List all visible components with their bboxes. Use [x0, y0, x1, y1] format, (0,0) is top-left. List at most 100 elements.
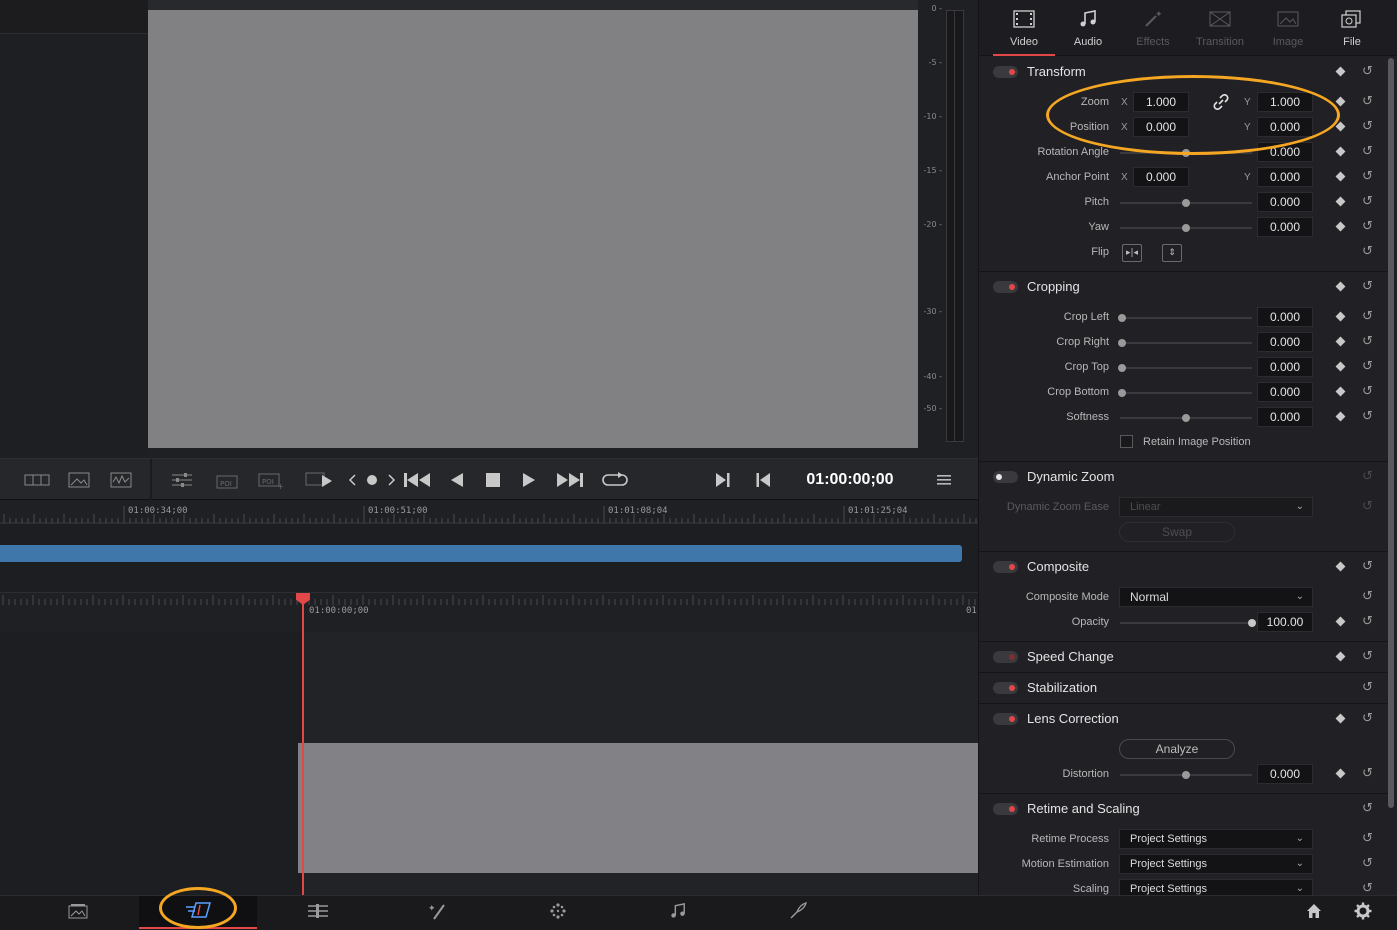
media-page-button[interactable] — [19, 896, 137, 929]
crop-top-slider[interactable] — [1118, 364, 1252, 372]
pitch-slider[interactable] — [1120, 199, 1252, 207]
zoom-x-field[interactable]: 1.000 — [1133, 92, 1189, 112]
cropping-toggle[interactable] — [993, 281, 1018, 293]
swap-button[interactable]: Swap — [1119, 522, 1235, 542]
slider-knob[interactable] — [1118, 339, 1126, 347]
reset-icon[interactable]: ↺ — [1362, 681, 1376, 695]
tab-effects[interactable]: ✦ Effects — [1120, 8, 1186, 56]
keyframe-icon[interactable] — [1335, 96, 1346, 107]
analyze-button[interactable]: Analyze — [1119, 739, 1235, 759]
tab-image[interactable]: Image — [1255, 8, 1321, 56]
stop-icon[interactable] — [480, 459, 506, 501]
lower-timeline-ruler[interactable]: 01:00:00;00 01 — [0, 592, 978, 632]
safe-area-icon[interactable] — [22, 459, 52, 501]
reset-icon[interactable]: ↺ — [1362, 470, 1376, 484]
image-view-icon[interactable] — [64, 459, 94, 501]
crop-left-slider[interactable] — [1118, 314, 1252, 322]
motion-estimation-dropdown[interactable]: Project Settings ⌄ — [1119, 854, 1313, 874]
reset-icon[interactable]: ↺ — [1362, 245, 1376, 259]
reset-icon[interactable]: ↺ — [1362, 65, 1376, 79]
keyframe-icon[interactable] — [1335, 311, 1346, 322]
go-to-start-icon[interactable] — [402, 459, 432, 501]
dynamic-zoom-ease-dropdown[interactable]: Linear ⌄ — [1119, 497, 1313, 517]
record-dot-icon[interactable] — [362, 459, 382, 501]
anchor-x-field[interactable]: 0.000 — [1133, 167, 1189, 187]
playhead-line[interactable] — [302, 600, 304, 895]
play-around-icon[interactable] — [304, 459, 334, 501]
loop-icon[interactable] — [600, 459, 630, 501]
keyframe-icon[interactable] — [1335, 411, 1346, 422]
speed-change-header[interactable]: Speed Change ↺ — [979, 643, 1389, 671]
opacity-slider[interactable] — [1120, 619, 1256, 627]
keyframe-icon[interactable] — [1335, 196, 1346, 207]
dynamic-zoom-toggle[interactable] — [993, 471, 1018, 483]
stabilization-header[interactable]: Stabilization ↺ — [979, 674, 1389, 702]
reset-icon[interactable]: ↺ — [1362, 220, 1376, 234]
tab-video[interactable]: Video — [991, 8, 1057, 56]
upper-timeline-clip[interactable] — [0, 545, 962, 562]
crop-right-field[interactable]: 0.000 — [1257, 332, 1313, 352]
play-reverse-icon[interactable] — [444, 459, 470, 501]
anchor-y-field[interactable]: 0.000 — [1257, 167, 1313, 187]
reset-icon[interactable]: ↺ — [1362, 410, 1376, 424]
keyframe-icon[interactable] — [1335, 221, 1346, 232]
prev-frame-icon[interactable] — [344, 459, 360, 501]
keyframe-icon[interactable] — [1335, 386, 1346, 397]
keyframe-icon[interactable] — [1335, 713, 1346, 724]
reset-icon[interactable]: ↺ — [1362, 857, 1376, 871]
menu-icon[interactable] — [930, 459, 958, 501]
viewer-canvas[interactable] — [148, 10, 918, 448]
pitch-field[interactable]: 0.000 — [1257, 192, 1313, 212]
position-y-field[interactable]: 0.000 — [1257, 117, 1313, 137]
poi-add-icon[interactable]: POI + — [257, 459, 285, 501]
opacity-field[interactable]: 100.00 — [1257, 612, 1313, 632]
keyframe-icon[interactable] — [1335, 66, 1346, 77]
slider-knob[interactable] — [1118, 314, 1126, 322]
lens-correction-header[interactable]: Lens Correction ↺ — [979, 705, 1389, 733]
reset-icon[interactable]: ↺ — [1362, 802, 1376, 816]
play-icon[interactable] — [516, 459, 542, 501]
reset-icon[interactable]: ↺ — [1362, 767, 1376, 781]
stabilization-toggle[interactable] — [993, 682, 1018, 694]
waveform-view-icon[interactable] — [106, 459, 136, 501]
keyframe-icon[interactable] — [1335, 616, 1346, 627]
crop-right-slider[interactable] — [1118, 339, 1252, 347]
cropping-header[interactable]: Cropping ↺ — [979, 273, 1389, 301]
lens-correction-toggle[interactable] — [993, 713, 1018, 725]
reset-icon[interactable]: ↺ — [1362, 335, 1376, 349]
retime-process-dropdown[interactable]: Project Settings ⌄ — [1119, 829, 1313, 849]
softness-field[interactable]: 0.000 — [1257, 407, 1313, 427]
rotation-slider[interactable] — [1120, 149, 1252, 157]
link-icon[interactable] — [1213, 94, 1229, 113]
reset-icon[interactable]: ↺ — [1362, 120, 1376, 134]
composite-toggle[interactable] — [993, 561, 1018, 573]
slider-knob[interactable] — [1118, 389, 1126, 397]
deliver-page-button[interactable] — [739, 896, 857, 929]
timeline-video-clip[interactable] — [298, 743, 983, 873]
reset-icon[interactable]: ↺ — [1362, 500, 1376, 514]
keyframe-icon[interactable] — [1335, 361, 1346, 372]
slider-knob[interactable] — [1118, 364, 1126, 372]
reset-icon[interactable]: ↺ — [1362, 170, 1376, 184]
reset-icon[interactable]: ↺ — [1362, 280, 1376, 294]
go-to-end-icon[interactable] — [554, 459, 586, 501]
mark-out-icon[interactable] — [710, 459, 736, 501]
next-frame-icon[interactable] — [384, 459, 400, 501]
flip-horizontal-icon[interactable]: ▸|◂ — [1122, 244, 1142, 262]
flip-vertical-icon[interactable]: ⇕ — [1162, 244, 1182, 262]
keyframe-icon[interactable] — [1335, 171, 1346, 182]
dynamic-zoom-header[interactable]: Dynamic Zoom ↺ — [979, 463, 1389, 491]
zoom-y-field[interactable]: 1.000 — [1257, 92, 1313, 112]
composite-mode-dropdown[interactable]: Normal ⌄ — [1119, 587, 1313, 607]
mark-in-icon[interactable] — [750, 459, 776, 501]
speed-change-toggle[interactable] — [993, 651, 1018, 663]
slider-knob[interactable] — [1182, 149, 1190, 157]
inspector-scrollbar[interactable] — [1388, 58, 1394, 808]
retain-image-position-checkbox[interactable] — [1120, 435, 1133, 448]
crop-left-field[interactable]: 0.000 — [1257, 307, 1313, 327]
yaw-field[interactable]: 0.000 — [1257, 217, 1313, 237]
keyframe-icon[interactable] — [1335, 336, 1346, 347]
tab-file[interactable]: File — [1319, 8, 1385, 56]
cut-page-button[interactable] — [139, 896, 257, 929]
softness-slider[interactable] — [1120, 414, 1252, 422]
